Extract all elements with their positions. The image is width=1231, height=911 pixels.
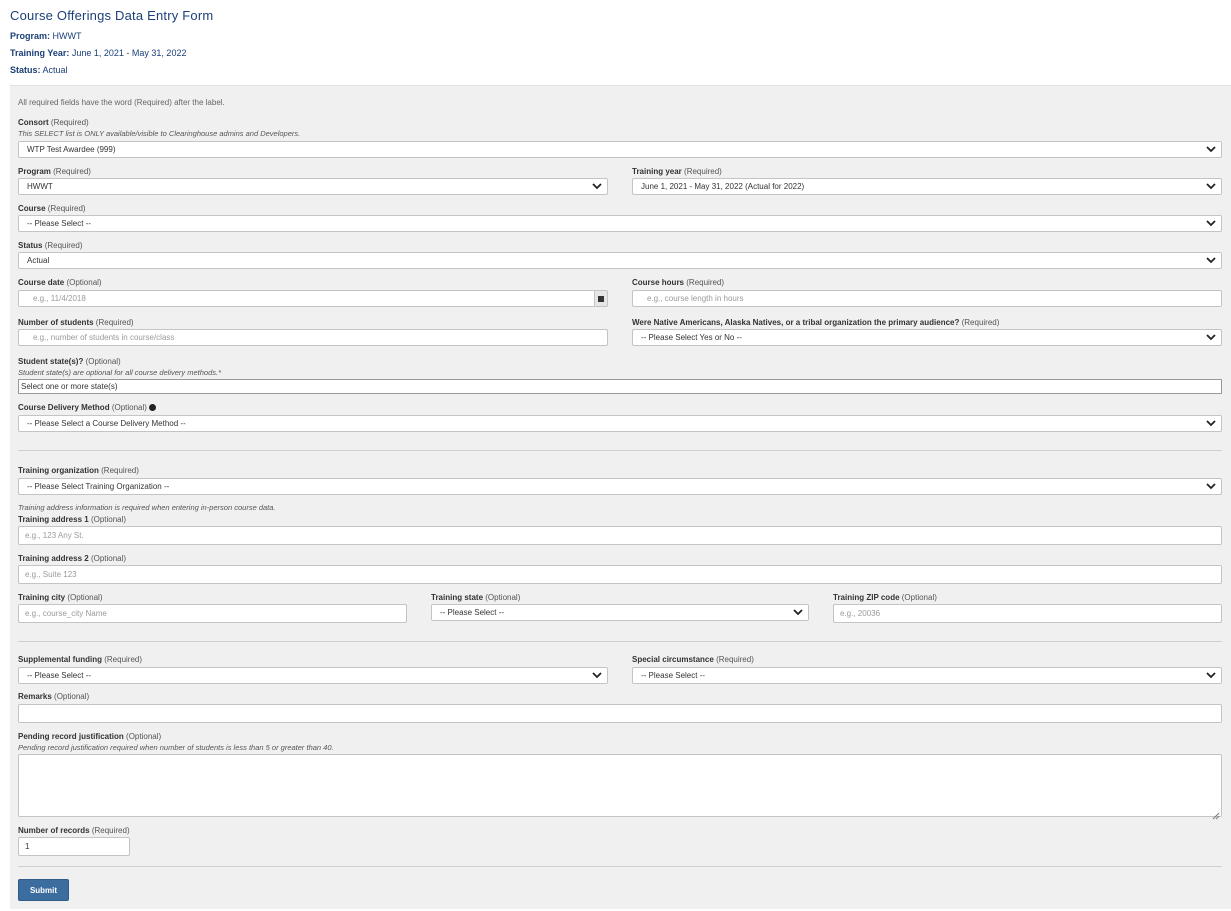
chevron-down-icon: [1206, 420, 1216, 427]
training-year-summary: Training Year: June 1, 2021 - May 31, 20…: [10, 48, 187, 58]
address1-label: Training address 1 (Optional): [18, 515, 127, 524]
num-records-label: Number of records (Required): [18, 826, 130, 835]
program-label: Program (Required): [18, 167, 91, 176]
city-input[interactable]: e.g., course_city Name: [18, 604, 407, 623]
training-org-select[interactable]: -- Please Select Training Organization -…: [18, 478, 1222, 495]
address1-input[interactable]: e.g., 123 Any St.: [18, 526, 1222, 545]
student-states-help: Student state(s) are optional for all co…: [18, 368, 222, 377]
course-select[interactable]: -- Please Select --: [18, 215, 1222, 232]
delivery-method-select[interactable]: -- Please Select a Course Delivery Metho…: [18, 415, 1222, 432]
chevron-down-icon: [1206, 483, 1216, 490]
consort-select[interactable]: WTP Test Awardee (999): [18, 141, 1222, 158]
consort-help: This SELECT list is ONLY available/visib…: [18, 129, 301, 138]
chevron-down-icon: [592, 672, 602, 679]
student-states-label: Student state(s)? (Optional): [18, 357, 121, 366]
resize-grip-icon[interactable]: [1212, 807, 1220, 820]
program-summary: Program: HWWT: [10, 31, 82, 41]
chevron-down-icon: [1206, 220, 1216, 227]
course-label: Course (Required): [18, 204, 86, 213]
address2-label: Training address 2 (Optional): [18, 554, 127, 563]
chevron-down-icon: [793, 609, 803, 616]
course-hours-input[interactable]: e.g., course length in hours: [632, 290, 1222, 307]
training-year-label: Training year (Required): [632, 167, 722, 176]
zip-input[interactable]: e.g., 20036: [833, 604, 1222, 623]
pending-textarea[interactable]: [18, 754, 1222, 820]
section-divider: [18, 641, 1222, 642]
chevron-down-icon: [592, 183, 602, 190]
zip-label: Training ZIP code (Optional): [833, 593, 937, 602]
form-panel: All required fields have the word (Requi…: [10, 85, 1231, 909]
supplemental-select[interactable]: -- Please Select --: [18, 667, 608, 684]
delivery-method-label: Course Delivery Method (Optional): [18, 403, 156, 412]
calendar-icon: [598, 296, 604, 302]
course-date-label: Course date (Optional): [18, 278, 102, 287]
status-label: Status (Required): [18, 241, 83, 250]
state-select[interactable]: -- Please Select --: [431, 604, 809, 621]
chevron-down-icon: [1206, 183, 1216, 190]
address-help: Training address information is required…: [18, 503, 276, 512]
num-students-label: Number of students (Required): [18, 318, 134, 327]
num-records-input[interactable]: 1: [18, 837, 130, 856]
consort-label: Consort (Required): [18, 118, 89, 127]
student-states-multiselect[interactable]: Select one or more state(s): [18, 379, 1222, 394]
info-icon[interactable]: [148, 404, 156, 411]
course-date-input[interactable]: e.g., 11/4/2018: [18, 290, 595, 307]
training-year-select[interactable]: June 1, 2021 - May 31, 2022 (Actual for …: [632, 178, 1222, 195]
section-divider: [18, 450, 1222, 451]
chevron-down-icon: [1206, 334, 1216, 341]
program-select[interactable]: HWWT: [18, 178, 608, 195]
chevron-down-icon: [1206, 672, 1216, 679]
num-students-input[interactable]: e.g., number of students in course/class: [18, 329, 608, 346]
training-org-label: Training organization (Required): [18, 466, 139, 475]
supplemental-label: Supplemental funding (Required): [18, 655, 143, 664]
special-select[interactable]: -- Please Select --: [632, 667, 1222, 684]
pending-label: Pending record justification (Optional): [18, 732, 162, 741]
native-audience-select[interactable]: -- Please Select Yes or No --: [632, 329, 1222, 346]
state-label: Training state (Optional): [431, 593, 521, 602]
chevron-down-icon: [1206, 146, 1216, 153]
submit-button[interactable]: Submit: [18, 879, 69, 901]
special-label: Special circumstance (Required): [632, 655, 754, 664]
required-note: All required fields have the word (Requi…: [18, 98, 225, 107]
status-summary: Status: Actual: [10, 65, 68, 75]
section-divider: [18, 866, 1222, 867]
chevron-down-icon: [1206, 257, 1216, 264]
remarks-input[interactable]: [18, 704, 1222, 723]
pending-help: Pending record justification required wh…: [18, 743, 334, 752]
address2-input[interactable]: e.g., Suite 123: [18, 565, 1222, 584]
status-select[interactable]: Actual: [18, 252, 1222, 269]
city-label: Training city (Optional): [18, 593, 103, 602]
calendar-button[interactable]: [595, 290, 608, 307]
native-audience-label: Were Native Americans, Alaska Natives, o…: [632, 318, 1000, 327]
course-hours-label: Course hours (Required): [632, 278, 725, 287]
page-title: Course Offerings Data Entry Form: [10, 8, 214, 23]
remarks-label: Remarks (Optional): [18, 692, 90, 701]
